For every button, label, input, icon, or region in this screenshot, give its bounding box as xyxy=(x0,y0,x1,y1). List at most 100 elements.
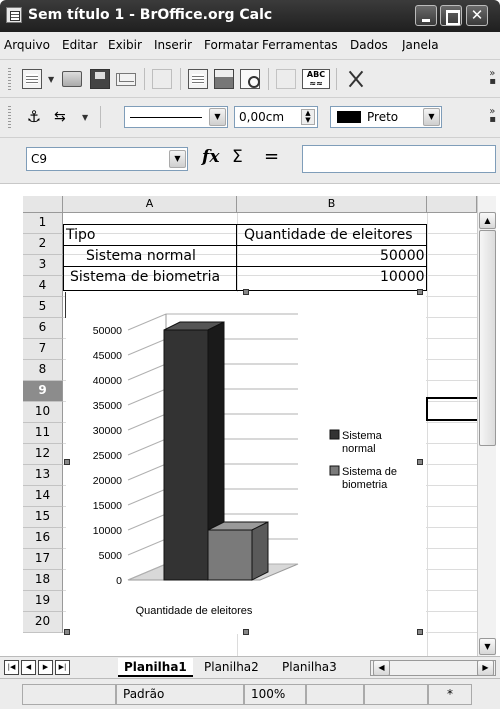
resize-handle[interactable] xyxy=(243,289,249,295)
resize-handle[interactable] xyxy=(64,459,70,465)
resize-handle[interactable] xyxy=(64,629,70,635)
column-header-b[interactable]: B xyxy=(237,196,427,213)
maximize-button[interactable] xyxy=(440,5,462,26)
bar-chart[interactable]: 0 5000 10000 15000 20000 25000 30000 35000 40000… xyxy=(66,292,426,634)
tab-planilha1[interactable]: Planilha1 xyxy=(118,658,193,677)
vertical-scrollbar[interactable]: ▲ ▼ xyxy=(477,196,496,656)
legend-label: biometria xyxy=(342,479,388,491)
formula-input[interactable] xyxy=(302,145,496,173)
arrow-style-icon[interactable]: ⇆ xyxy=(54,107,74,127)
tab-planilha2[interactable]: Planilha2 xyxy=(198,658,265,677)
horizontal-scrollbar[interactable]: ◀ ▶ xyxy=(370,660,496,676)
toolbar-overflow-icon[interactable]: » ▪ xyxy=(489,107,496,125)
row-header-11[interactable]: 11 xyxy=(23,423,63,444)
status-selection-mode[interactable] xyxy=(364,684,428,705)
status-insert-mode[interactable] xyxy=(306,684,364,705)
page-preview-icon[interactable] xyxy=(240,69,260,89)
close-button[interactable]: ✕ xyxy=(466,5,488,26)
row-header-12[interactable]: 12 xyxy=(23,444,63,465)
spellcheck-icon[interactable] xyxy=(276,69,296,89)
row-header-19[interactable]: 19 xyxy=(23,591,63,612)
cut-icon[interactable] xyxy=(346,69,366,89)
row-header-1[interactable]: 1 xyxy=(23,213,63,234)
resize-handle[interactable] xyxy=(417,459,423,465)
row-header-16[interactable]: 16 xyxy=(23,528,63,549)
row-header-2[interactable]: 2 xyxy=(23,234,63,255)
standard-toolbar: ▼ ABC ≈≈ » ▪ xyxy=(0,60,500,98)
menu-janela[interactable]: Janela xyxy=(402,38,500,52)
row-header-7[interactable]: 7 xyxy=(23,339,63,360)
legend-label: Sistema xyxy=(342,430,383,442)
export-pdf-icon[interactable] xyxy=(188,69,208,89)
toolbar-grip[interactable] xyxy=(8,68,11,90)
row-header-17[interactable]: 17 xyxy=(23,549,63,570)
sum-icon[interactable]: Σ xyxy=(232,147,243,167)
anchor-icon[interactable]: ⚓ xyxy=(24,107,44,127)
new-dropdown-icon[interactable]: ▼ xyxy=(48,75,54,84)
chevron-down-icon[interactable]: ▼ xyxy=(423,108,440,126)
new-document-icon[interactable] xyxy=(22,69,42,89)
scroll-up-icon[interactable]: ▲ xyxy=(479,212,496,229)
toolbar-overflow-icon[interactable]: » ▪ xyxy=(489,69,496,87)
line-color-select[interactable]: Preto ▼ xyxy=(330,106,442,128)
next-sheet-icon[interactable]: ▶ xyxy=(38,660,53,675)
menu-arquivo[interactable]: Arquivo xyxy=(4,38,50,52)
toolbar-separator xyxy=(100,106,101,128)
scroll-left-icon[interactable]: ◀ xyxy=(373,660,390,676)
menu-exibir[interactable]: Exibir xyxy=(108,38,142,52)
status-page-style[interactable]: Padrão xyxy=(116,684,244,705)
toolbar-separator xyxy=(180,68,181,90)
menu-inserir[interactable]: Inserir xyxy=(154,38,192,52)
row-header-9[interactable]: 9 xyxy=(23,381,63,402)
first-sheet-icon[interactable]: |◀ xyxy=(4,660,19,675)
open-folder-icon[interactable] xyxy=(62,71,82,87)
scroll-thumb[interactable] xyxy=(479,230,496,446)
last-sheet-icon[interactable]: ▶| xyxy=(55,660,70,675)
arrow-style-dropdown-icon[interactable]: ▼ xyxy=(82,113,88,122)
row-header-18[interactable]: 18 xyxy=(23,570,63,591)
cell-cursor-c9[interactable] xyxy=(426,397,480,421)
line-style-select[interactable]: ▼ xyxy=(124,106,228,128)
row-header-10[interactable]: 10 xyxy=(23,402,63,423)
menu-editar[interactable]: Editar xyxy=(62,38,98,52)
menu-ferramentas[interactable]: Ferramentas xyxy=(262,38,338,52)
resize-handle[interactable] xyxy=(417,629,423,635)
name-box[interactable]: C9 ▼ xyxy=(26,147,188,171)
resize-handle[interactable] xyxy=(243,629,249,635)
print-icon[interactable] xyxy=(214,69,234,89)
column-header-a[interactable]: A xyxy=(63,196,237,213)
row-header-3[interactable]: 3 xyxy=(23,255,63,276)
row-header-13[interactable]: 13 xyxy=(23,465,63,486)
row-header-4[interactable]: 4 xyxy=(23,276,63,297)
column-header-c[interactable] xyxy=(427,196,477,213)
calc-app-icon xyxy=(6,7,22,23)
menu-formatar[interactable]: Formatar xyxy=(204,38,259,52)
scroll-down-icon[interactable]: ▼ xyxy=(479,638,496,655)
row-header-15[interactable]: 15 xyxy=(23,507,63,528)
function-icon[interactable]: = xyxy=(264,146,279,167)
resize-handle[interactable] xyxy=(417,289,423,295)
autospellcheck-icon[interactable]: ABC ≈≈ xyxy=(302,69,330,89)
row-header-8[interactable]: 8 xyxy=(23,360,63,381)
toolbar-grip[interactable] xyxy=(8,106,11,128)
row-header-14[interactable]: 14 xyxy=(23,486,63,507)
select-all-corner[interactable] xyxy=(23,196,63,213)
tab-planilha3[interactable]: Planilha3 xyxy=(276,658,343,677)
row-header-20[interactable]: 20 xyxy=(23,612,63,633)
save-icon[interactable] xyxy=(90,69,110,89)
row-header-6[interactable]: 6 xyxy=(23,318,63,339)
scroll-right-icon[interactable]: ▶ xyxy=(477,660,494,676)
row-header-5[interactable]: 5 xyxy=(23,297,63,318)
y-tick-label: 15000 xyxy=(93,500,122,512)
email-icon[interactable] xyxy=(116,73,136,86)
menu-dados[interactable]: Dados xyxy=(350,38,388,52)
status-zoom[interactable]: 100% xyxy=(244,684,306,705)
chevron-down-icon[interactable]: ▼ xyxy=(169,150,186,168)
function-wizard-icon[interactable]: fx xyxy=(202,147,219,167)
edit-file-icon[interactable] xyxy=(152,69,172,89)
prev-sheet-icon[interactable]: ◀ xyxy=(21,660,36,675)
minimize-button[interactable] xyxy=(415,5,437,26)
line-width-field[interactable]: 0,00cm ▲ ▼ xyxy=(234,106,318,128)
chevron-down-icon[interactable]: ▼ xyxy=(209,108,226,126)
spin-buttons-icon[interactable]: ▲ ▼ xyxy=(301,109,315,125)
